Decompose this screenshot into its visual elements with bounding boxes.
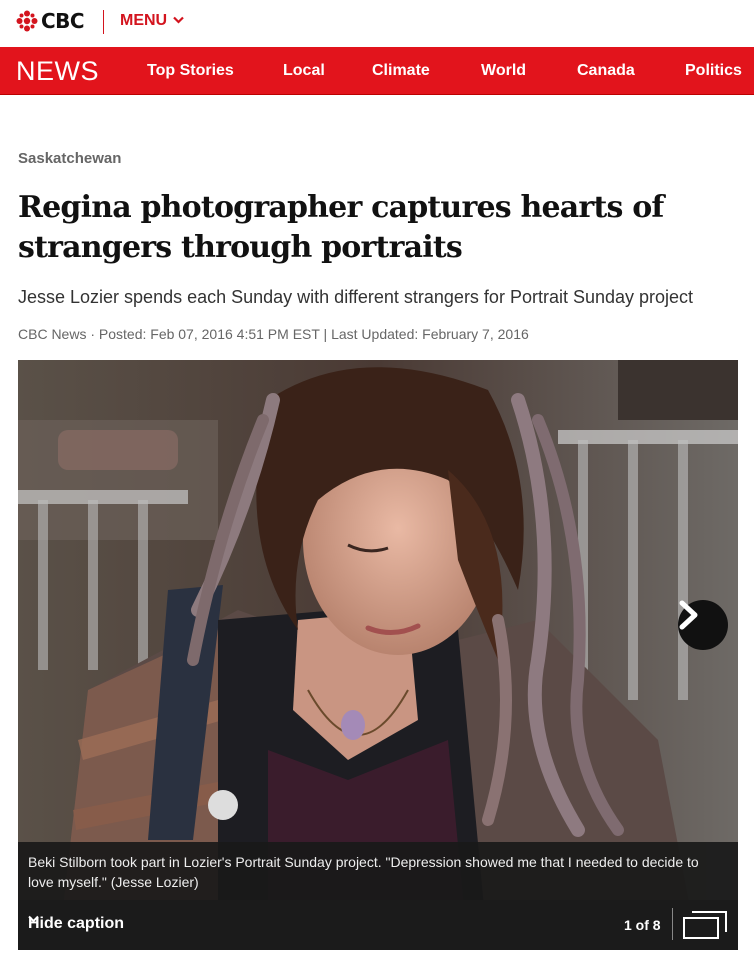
- top-header: CBC MENU: [0, 0, 754, 47]
- chevron-down-icon: [173, 15, 184, 27]
- menu-label: MENU: [120, 12, 168, 29]
- cbc-logo[interactable]: CBC: [16, 9, 85, 33]
- nav-item-climate[interactable]: Climate: [372, 62, 430, 80]
- nav-section-title[interactable]: NEWS: [16, 56, 99, 87]
- nav-item-politics[interactable]: Politics: [685, 62, 742, 80]
- article-headline: Regina photographer captures hearts of s…: [18, 190, 664, 265]
- nav-item-canada[interactable]: Canada: [577, 62, 635, 80]
- next-photo-button[interactable]: [678, 600, 728, 650]
- brand-name: CBC: [41, 9, 85, 33]
- nav-item-top-stories[interactable]: Top Stories: [147, 62, 234, 80]
- header-divider: [103, 10, 104, 34]
- controls-divider: [672, 908, 673, 940]
- menu-button[interactable]: MENU: [120, 12, 184, 30]
- cbc-gem-icon: [16, 10, 38, 32]
- gallery-photo[interactable]: Beki Stilborn took part in Lozier's Port…: [18, 360, 738, 950]
- news-navbar: NEWS Top Stories Local Climate World Can…: [0, 47, 754, 95]
- hide-caption-button[interactable]: Hide caption: [28, 915, 130, 933]
- nav-item-world[interactable]: World: [481, 62, 526, 80]
- nav-item-local[interactable]: Local: [283, 62, 325, 80]
- gallery-controls: Hide caption 1 of 8: [18, 900, 738, 950]
- photo-counter: 1 of 8: [624, 917, 661, 933]
- photo-caption: Beki Stilborn took part in Lozier's Port…: [28, 854, 699, 890]
- hide-caption-label: Hide caption: [28, 915, 125, 932]
- article-deck: Jesse Lozier spends each Sunday with dif…: [18, 287, 694, 307]
- article-byline: CBC News · Posted: Feb 07, 2016 4:51 PM …: [18, 326, 529, 342]
- section-label[interactable]: Saskatchewan: [18, 150, 121, 167]
